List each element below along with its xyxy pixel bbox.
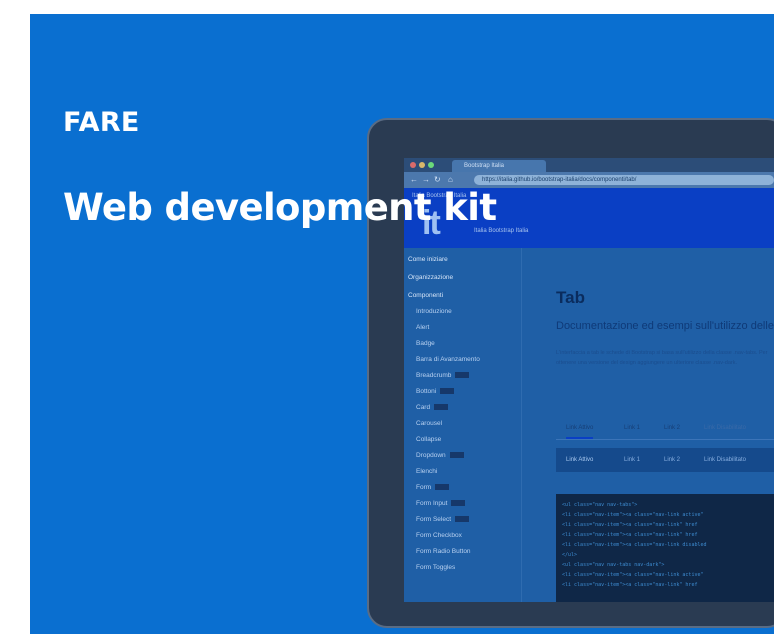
sidebar-item-label: Dropdown <box>416 452 446 459</box>
sidebar-item[interactable]: Componenti <box>408 292 443 299</box>
code-line: <li class="nav-item"><a class="nav-link … <box>562 542 707 548</box>
tabs-light-example: Link Attivo Link 1 Link 2 Link Disabilit… <box>556 416 774 440</box>
new-badge <box>435 484 450 491</box>
dark-tab-link-2[interactable]: Link 2 <box>664 457 680 463</box>
forward-icon[interactable]: → <box>422 175 430 185</box>
sidebar-item[interactable]: Form <box>416 484 450 491</box>
address-bar[interactable]: https://italia.github.io/bootstrap-itali… <box>474 175 774 185</box>
code-line: </ul> <box>562 552 578 558</box>
sidebar-item-label: Introduzione <box>416 308 452 315</box>
sidebar-item[interactable]: Form Checkbox <box>416 532 462 539</box>
sidebar-item[interactable]: Form Select <box>416 516 470 523</box>
sidebar-item[interactable]: Alert <box>416 324 429 331</box>
new-badge <box>455 516 470 523</box>
sidebar-item-label: Badge <box>416 340 435 347</box>
sidebar-item[interactable]: Dropdown <box>416 452 464 459</box>
sidebar-item-label: Form Radio Button <box>416 548 471 555</box>
sidebar-item-label: Bottoni <box>416 388 437 395</box>
sidebar-item-label: Elenchi <box>416 468 438 475</box>
sidebar-item[interactable]: Bottoni <box>416 388 455 395</box>
sidebar-item[interactable]: Form Input <box>416 500 466 507</box>
tab-link-disabled: Link Disabilitato <box>704 425 747 431</box>
sidebar-item[interactable]: Badge <box>416 340 435 347</box>
code-line: <li class="nav-item"><a class="nav-link"… <box>562 522 698 528</box>
sidebar-item[interactable]: Carousel <box>416 420 442 427</box>
tab-link-active[interactable]: Link Attivo <box>566 425 594 439</box>
new-badge <box>440 388 455 395</box>
reload-icon[interactable]: ↻ <box>434 175 441 185</box>
new-badge <box>434 404 449 411</box>
new-badge <box>455 372 470 379</box>
browser-tab[interactable]: Bootstrap Italia <box>452 160 546 172</box>
eyebrow-label: FARE <box>63 107 140 138</box>
sidebar-item-label: Carousel <box>416 420 443 427</box>
sidebar-item-label: Come iniziare <box>408 256 448 263</box>
home-icon[interactable]: ⌂ <box>448 175 453 185</box>
sidebar-item-label: Card <box>416 404 431 411</box>
page-subtitle: Documentazione ed esempi sull'utilizzo d… <box>556 320 774 332</box>
sidebar-item-label: Form Toggles <box>416 564 456 571</box>
dark-tab-link-active[interactable]: Link Attivo <box>566 457 593 463</box>
code-line: <ul class="nav nav-tabs"> <box>562 502 638 508</box>
headline: Web development kit <box>63 186 497 229</box>
tab-link-1[interactable]: Link 1 <box>624 425 640 431</box>
sidebar-item[interactable]: Introduzione <box>416 308 452 315</box>
dark-tab-link-disabled: Link Disabilitato <box>704 457 747 463</box>
sidebar-item-label: Barra di Avanzamento <box>416 356 480 363</box>
sidebar-item-label: Form Checkbox <box>416 532 462 539</box>
dark-tab-link-1[interactable]: Link 1 <box>624 457 640 463</box>
window-maximize-icon[interactable] <box>428 162 434 168</box>
new-badge <box>451 500 466 507</box>
code-line: <li class="nav-item"><a class="nav-link"… <box>562 582 698 588</box>
sidebar-item[interactable]: Form Radio Button <box>416 548 471 555</box>
intro-paragraph: L'interfaccia a tab le schede di Bootstr… <box>556 350 768 366</box>
docs-sidebar: Come iniziare Organizzazione Componenti Int… <box>404 248 522 602</box>
code-line: <li class="nav-item"><a class="nav-link … <box>562 572 704 578</box>
sidebar-item[interactable]: Collapse <box>416 436 441 443</box>
docs-content: Tab Documentazione ed esempi sull'utiliz… <box>544 248 774 602</box>
new-badge <box>449 452 464 459</box>
sidebar-item-label: Alert <box>416 324 430 331</box>
sidebar-item[interactable]: Card <box>416 404 449 411</box>
sidebar-item[interactable]: Breadcrumb <box>416 372 470 379</box>
back-icon[interactable]: ← <box>410 175 418 185</box>
sidebar-item-label: Componenti <box>408 292 444 299</box>
sidebar-item-label: Form Input <box>416 500 448 507</box>
sidebar-item-label: Form <box>416 484 432 491</box>
sidebar-item[interactable]: Barra di Avanzamento <box>416 356 480 363</box>
code-line: <ul class="nav nav-tabs nav-dark"> <box>562 562 665 568</box>
code-example: <ul class="nav nav-tabs"> <li class="nav… <box>556 494 774 602</box>
sidebar-item-label: Organizzazione <box>408 274 454 281</box>
tabs-dark-example: Link Attivo Link 1 Link 2 Link Disabilit… <box>556 448 774 472</box>
code-line: <li class="nav-item"><a class="nav-link … <box>562 512 704 518</box>
window-minimize-icon[interactable] <box>419 162 425 168</box>
window-close-icon[interactable] <box>410 162 416 168</box>
browser-tab-strip: Bootstrap Italia <box>404 158 774 172</box>
sidebar-item[interactable]: Elenchi <box>416 468 437 475</box>
sidebar-item-label: Breadcrumb <box>416 372 452 379</box>
page-title: Tab <box>556 288 585 307</box>
sidebar-item-label: Collapse <box>416 436 442 443</box>
sidebar-item[interactable]: Organizzazione <box>408 274 453 281</box>
sidebar-item-label: Form Select <box>416 516 452 523</box>
code-line: <li class="nav-item"><a class="nav-link"… <box>562 532 698 538</box>
sidebar-item[interactable]: Form Toggles <box>416 564 455 571</box>
tab-link-2[interactable]: Link 2 <box>664 425 680 431</box>
sidebar-item[interactable]: Come iniziare <box>408 256 448 263</box>
